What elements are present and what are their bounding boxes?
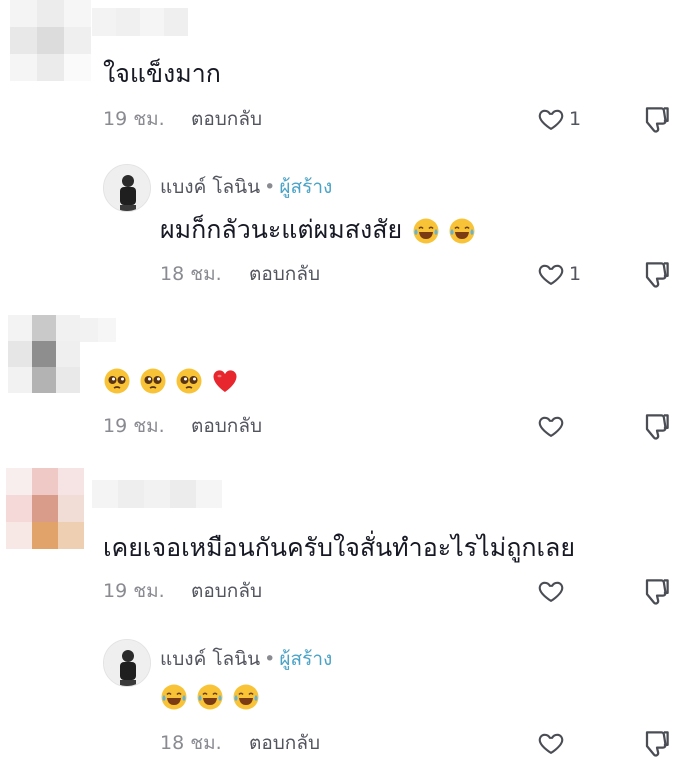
pleading-emoji: [176, 368, 202, 394]
comment-time: 19 ชม.: [103, 580, 165, 602]
red-heart-emoji: [213, 370, 237, 392]
separator-dot: •: [264, 648, 276, 670]
comment-time: 19 ชม.: [103, 415, 165, 437]
dislike-button[interactable]: [642, 259, 674, 291]
laugh-cry-emoji: [413, 218, 439, 244]
like-button[interactable]: 1: [537, 103, 597, 135]
thumbs-down-icon: [645, 731, 669, 757]
thumbs-down-icon: [645, 579, 669, 605]
comment-time: 18 ชม.: [160, 732, 222, 754]
laugh-cry-emoji: [161, 684, 187, 710]
reply-button[interactable]: ตอบกลับ: [191, 107, 262, 131]
comment-item: เคยเจอเหมือนกันครับใจสั่นทำอะไรไม่ถูกเลย…: [0, 460, 700, 625]
separator-dot: •: [264, 176, 276, 198]
comment-text: เคยเจอเหมือนกันครับใจสั่นทำอะไรไม่ถูกเลย: [103, 533, 575, 562]
heart-outline-icon: [538, 264, 564, 285]
reply-item: แบงค์ โลนิน • ผู้สร้าง ผมก็กลัวนะแต่ผมสงสั…: [0, 150, 700, 300]
comment-item: ใจแข็งมาก 19 ชม. ตอบกลับ 1: [0, 0, 700, 150]
blurred-avatar: [8, 315, 80, 393]
pleading-emoji: [140, 368, 166, 394]
thumbs-down-icon: [645, 414, 669, 440]
laugh-cry-emoji: [233, 684, 259, 710]
blurred-avatar: [10, 0, 91, 81]
heart-outline-icon: [538, 733, 564, 754]
reply-button[interactable]: ตอบกลับ: [191, 579, 262, 603]
comment-text: ผมก็กลัวนะแต่ผมสงสัย: [160, 214, 484, 246]
creator-badge: ผู้สร้าง: [279, 648, 333, 670]
like-button[interactable]: [537, 727, 597, 757]
author-name[interactable]: แบงค์ โลนิน: [160, 648, 260, 670]
dislike-button[interactable]: [642, 576, 674, 608]
author-line: แบงค์ โลนิน • ผู้สร้าง: [160, 175, 332, 199]
pleading-emoji: [104, 368, 130, 394]
laugh-cry-emoji: [197, 684, 223, 710]
reply-button[interactable]: ตอบกลับ: [249, 262, 320, 286]
heart-outline-icon: [538, 581, 564, 602]
comment-item: 19 ชม. ตอบกลับ: [0, 300, 700, 460]
blurred-avatar: [6, 468, 84, 549]
reply-button[interactable]: ตอบกลับ: [249, 731, 320, 755]
blurred-username: [92, 480, 222, 508]
creator-avatar[interactable]: [103, 639, 151, 687]
like-count: 1: [569, 108, 582, 130]
comment-text: ใจแข็งมาก: [103, 59, 221, 88]
like-count: 1: [569, 263, 582, 285]
heart-outline-icon: [538, 416, 564, 437]
comment-text-content: ผมก็กลัวนะแต่ผมสงสัย: [160, 215, 403, 244]
laugh-cry-emoji: [449, 218, 475, 244]
blurred-username: [92, 8, 188, 36]
thumbs-down-icon: [645, 262, 669, 288]
reply-item: แบงค์ โลนิน • ผู้สร้าง 18 ชม. ตอบกลับ: [0, 625, 700, 757]
dislike-button[interactable]: [642, 104, 674, 136]
like-button[interactable]: [537, 575, 597, 607]
like-button[interactable]: 1: [537, 258, 597, 290]
comment-time: 18 ชม.: [160, 263, 222, 285]
author-name[interactable]: แบงค์ โลนิน: [160, 176, 260, 198]
creator-badge: ผู้สร้าง: [279, 176, 333, 198]
author-line: แบงค์ โลนิน • ผู้สร้าง: [160, 647, 332, 671]
reply-button[interactable]: ตอบกลับ: [191, 414, 262, 438]
thumbs-down-icon: [645, 107, 669, 133]
comment-emoji-row: [160, 680, 268, 712]
heart-outline-icon: [538, 109, 564, 130]
blurred-username: [80, 318, 116, 342]
comment-emoji-row: [103, 364, 247, 396]
comment-time: 19 ชม.: [103, 108, 165, 130]
like-button[interactable]: [537, 410, 597, 442]
dislike-button[interactable]: [642, 728, 674, 757]
creator-avatar[interactable]: [103, 164, 151, 212]
dislike-button[interactable]: [642, 411, 674, 443]
